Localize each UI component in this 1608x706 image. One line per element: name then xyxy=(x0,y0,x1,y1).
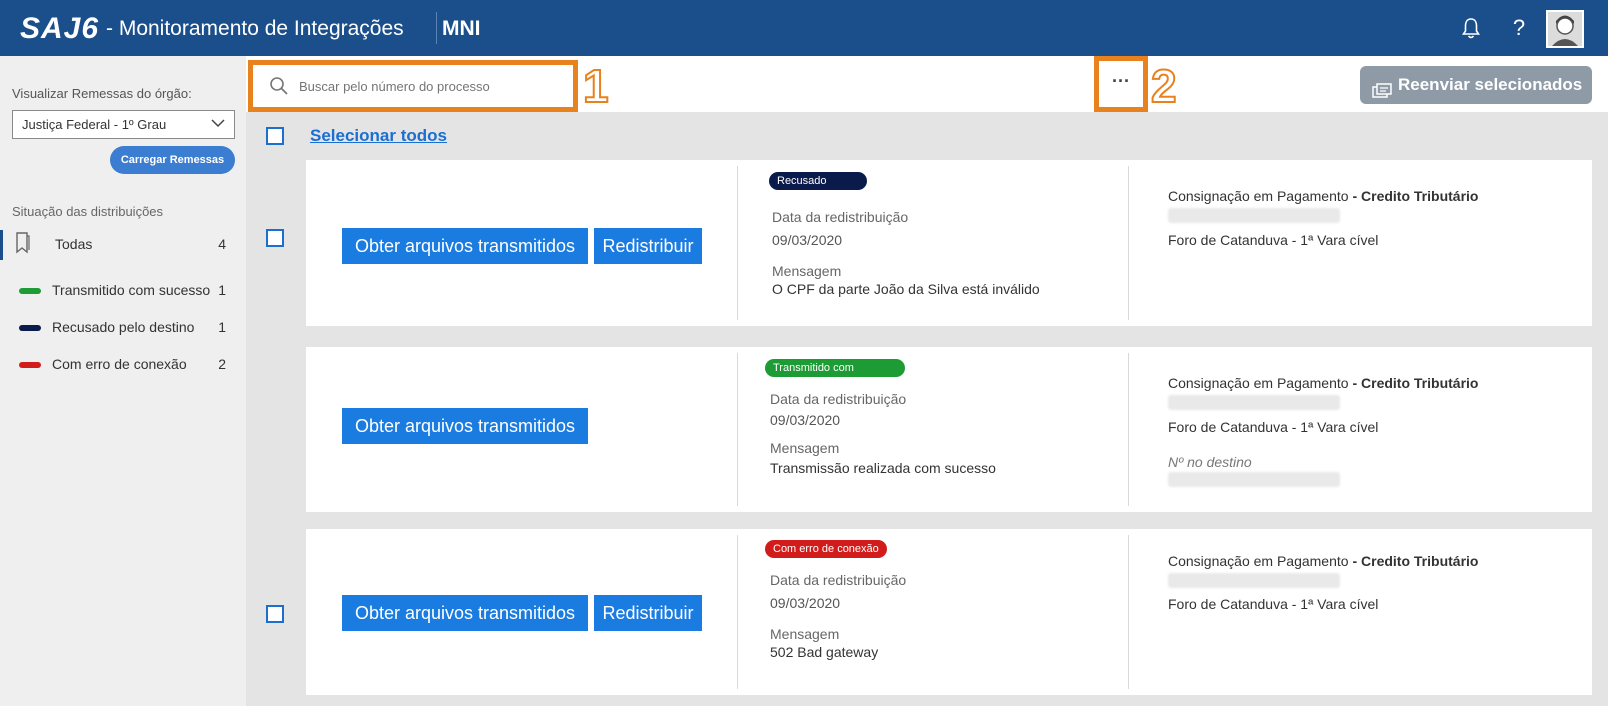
redacted-process-number xyxy=(1168,208,1340,223)
org-label: Visualizar Remessas do órgão: xyxy=(12,86,192,101)
message-label: Mensagem xyxy=(772,263,842,279)
filter-label: Recusado pelo destino xyxy=(52,319,195,335)
process-class: Consignação em Pagamento - Credito Tribu… xyxy=(1168,553,1478,569)
org-select[interactable]: Justiça Federal - 1º Grau xyxy=(12,110,235,139)
filter-count: 4 xyxy=(218,236,226,252)
status-swatch xyxy=(19,362,41,368)
date-label: Data da redistribuição xyxy=(770,572,907,588)
avatar[interactable] xyxy=(1546,10,1584,48)
class-text: Consignação em Pagamento xyxy=(1168,375,1349,391)
date-label: Data da redistribuição xyxy=(772,209,909,225)
resend-selected-button[interactable]: Reenviar selecionados xyxy=(1360,66,1592,104)
bell-icon[interactable] xyxy=(1460,16,1482,40)
app-header: SAJ6 - Monitoramento de Integrações MNI … xyxy=(0,0,1608,56)
more-options-button[interactable]: ··· xyxy=(1094,56,1148,112)
filter-recusado[interactable]: Recusado pelo destino 1 xyxy=(0,313,246,343)
destination-number-label: Nº no destino xyxy=(1168,454,1252,470)
column-divider xyxy=(737,353,738,506)
remessa-card: Obter arquivos transmitidos Transmitido … xyxy=(306,347,1592,512)
process-class: Consignação em Pagamento - Credito Tribu… xyxy=(1168,375,1478,391)
filter-count: 2 xyxy=(218,356,226,372)
court-text: Foro de Catanduva - 1ª Vara cível xyxy=(1168,419,1379,435)
row-checkbox[interactable] xyxy=(266,605,284,623)
chevron-down-icon xyxy=(210,117,226,132)
message-value: 502 Bad gateway xyxy=(770,644,879,660)
column-divider xyxy=(1128,353,1129,506)
class-text: Consignação em Pagamento xyxy=(1168,553,1349,569)
status-swatch xyxy=(19,288,41,294)
column-divider xyxy=(1128,166,1129,320)
message-label: Mensagem xyxy=(770,626,840,642)
callout-number-1: 1 xyxy=(582,59,610,113)
bookmark-icon xyxy=(15,232,31,254)
redacted-process-number xyxy=(1168,573,1340,588)
subject-text: - Credito Tributário xyxy=(1352,553,1479,569)
message-value: O CPF da parte João da Silva está inváli… xyxy=(772,281,1040,297)
search-icon xyxy=(269,76,289,96)
resend-icon xyxy=(1372,76,1394,98)
load-remessas-button[interactable]: Carregar Remessas xyxy=(110,146,235,174)
process-class: Consignação em Pagamento - Credito Tribu… xyxy=(1168,188,1478,204)
filter-label: Todas xyxy=(55,236,93,252)
status-badge: Recusado xyxy=(769,172,867,190)
date-value: 09/03/2020 xyxy=(770,595,841,611)
redistribute-button[interactable]: Redistribuir xyxy=(594,595,702,631)
message-label: Mensagem xyxy=(770,440,840,456)
remessa-card: Obter arquivos transmitidos Redistribuir… xyxy=(306,529,1592,695)
sidebar: Visualizar Remessas do órgão: Justiça Fe… xyxy=(0,56,246,706)
remessa-card: Obter arquivos transmitidos Redistribuir… xyxy=(306,160,1592,326)
date-value: 09/03/2020 xyxy=(770,412,841,428)
column-divider xyxy=(737,166,738,320)
date-label: Data da redistribuição xyxy=(770,391,907,407)
distribution-status-title: Situação das distribuições xyxy=(12,204,164,219)
module-name: MNI xyxy=(442,17,481,40)
select-all-link[interactable]: Selecionar todos xyxy=(310,126,447,146)
title-divider xyxy=(436,12,437,44)
status-badge: Transmitido com sucesso xyxy=(765,359,905,392)
get-files-button[interactable]: Obter arquivos transmitidos xyxy=(342,228,588,264)
court-text: Foro de Catanduva - 1ª Vara cível xyxy=(1168,232,1379,248)
filter-todas[interactable]: Todas 4 xyxy=(0,230,246,260)
subject-text: - Credito Tributário xyxy=(1352,375,1479,391)
callout-number-2: 2 xyxy=(1150,59,1178,113)
redacted-process-number xyxy=(1168,395,1340,410)
class-text: Consignação em Pagamento xyxy=(1168,188,1349,204)
resend-label: Reenviar selecionados xyxy=(1398,75,1583,94)
select-all-checkbox[interactable] xyxy=(266,127,284,145)
app-title: - Monitoramento de Integrações xyxy=(106,17,404,40)
row-checkbox[interactable] xyxy=(266,229,284,247)
date-value: 09/03/2020 xyxy=(772,232,843,248)
subject-text: - Credito Tributário xyxy=(1352,188,1479,204)
redistribute-button[interactable]: Redistribuir xyxy=(594,228,702,264)
redacted-destination-number xyxy=(1168,472,1340,487)
filter-transmitido[interactable]: Transmitido com sucesso 1 xyxy=(0,276,246,306)
org-selected-value: Justiça Federal - 1º Grau xyxy=(22,117,167,132)
status-swatch xyxy=(19,325,41,331)
search-box[interactable] xyxy=(248,60,578,112)
get-files-button[interactable]: Obter arquivos transmitidos xyxy=(342,408,588,444)
message-value: Transmissão realizada com sucesso xyxy=(770,460,996,476)
column-divider xyxy=(1128,535,1129,689)
search-input[interactable] xyxy=(299,75,569,97)
filter-count: 1 xyxy=(218,319,226,335)
toolbar: 1 ··· 2 Reenviar selecionados xyxy=(246,56,1608,113)
help-icon[interactable]: ? xyxy=(1508,16,1530,40)
filter-label: Transmitido com sucesso xyxy=(52,282,211,298)
filter-label: Com erro de conexão xyxy=(52,356,187,372)
status-badge: Com erro de conexão xyxy=(765,540,887,558)
get-files-button[interactable]: Obter arquivos transmitidos xyxy=(342,595,588,631)
column-divider xyxy=(737,535,738,689)
filter-erro-conexao[interactable]: Com erro de conexão 2 xyxy=(0,350,246,380)
court-text: Foro de Catanduva - 1ª Vara cível xyxy=(1168,596,1379,612)
app-logo: SAJ6 xyxy=(20,12,100,45)
filter-count: 1 xyxy=(218,282,226,298)
